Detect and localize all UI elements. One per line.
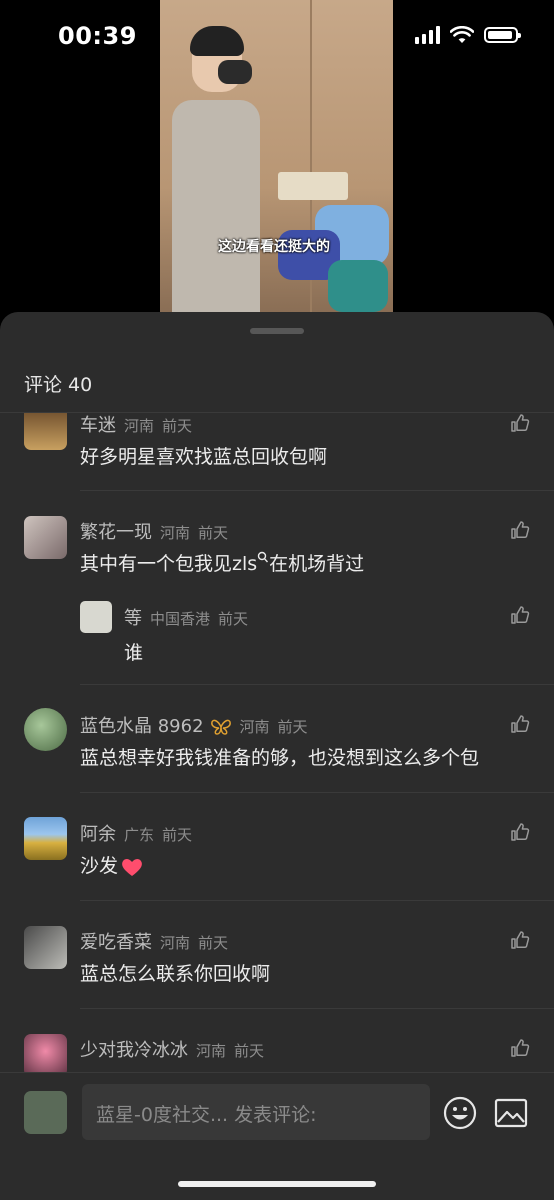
- comment-time: 前天: [198, 524, 229, 542]
- comment-location: 河南: [196, 1042, 227, 1060]
- comment-author[interactable]: 车迷: [80, 415, 116, 436]
- avatar[interactable]: [24, 516, 67, 559]
- comment-sheet: 评论 40 车迷 河南 前天 好多明星喜欢找蓝总回收包啊 繁花一现 河南 前天 其中有一…: [0, 312, 554, 1200]
- comment-time: 前天: [234, 1042, 265, 1060]
- comment-author[interactable]: 繁花一现: [80, 522, 152, 543]
- reply-text: 谁: [124, 642, 144, 664]
- image-icon[interactable]: [494, 1097, 528, 1129]
- comment-text: 蓝总怎么联系你回收啊: [80, 963, 271, 985]
- comment-text: 其中有一个包我见zls 在机场背过: [80, 551, 365, 575]
- comment-text: 蓝总想幸好我钱准备的够，也没想到这么多个包: [80, 747, 480, 769]
- handbag: [328, 260, 388, 312]
- thumbs-up-icon[interactable]: [510, 520, 530, 540]
- comment-location: 河南: [160, 934, 191, 952]
- comment-author[interactable]: 爱吃香菜: [80, 932, 152, 953]
- person-figure: [170, 26, 265, 312]
- comment-text: 好多明星喜欢找蓝总回收包啊: [80, 446, 328, 468]
- avatar[interactable]: [24, 926, 67, 969]
- comment-author[interactable]: 蓝色水晶 8962: [80, 716, 204, 737]
- thumbs-up-icon[interactable]: [510, 413, 530, 433]
- thumbs-up-icon[interactable]: [510, 930, 530, 950]
- comment-time: 前天: [198, 934, 229, 952]
- comment-list[interactable]: 车迷 河南 前天 好多明星喜欢找蓝总回收包啊 繁花一现 河南 前天 其中有一个包我见zl…: [0, 413, 554, 1073]
- status-icons: [415, 26, 521, 44]
- avatar[interactable]: [24, 1034, 67, 1073]
- thumbs-up-icon[interactable]: [510, 822, 530, 842]
- reply-author[interactable]: 等: [124, 608, 142, 629]
- comment-location: 河南: [239, 718, 270, 736]
- comment-input[interactable]: 蓝星-0度社交... 发表评论:: [82, 1084, 430, 1140]
- reply-location: 中国香港: [150, 610, 211, 628]
- comment-count-title: 评论 40: [24, 374, 93, 396]
- comment-author[interactable]: 少对我冷冰冰: [80, 1040, 188, 1061]
- butterfly-badge-icon: [210, 719, 231, 735]
- comment-location: 河南: [124, 417, 155, 435]
- reply-time: 前天: [218, 610, 249, 628]
- drag-handle[interactable]: [250, 328, 304, 334]
- thumbs-up-icon[interactable]: [510, 605, 530, 625]
- comment-item: 繁花一现 河南 前天 其中有一个包我见zls 在机场背过 等中国香港 前天 谁: [0, 491, 554, 685]
- status-time: 00:39: [58, 22, 137, 50]
- search-icon[interactable]: [257, 551, 269, 565]
- comment-author[interactable]: 阿余: [80, 824, 116, 845]
- avatar[interactable]: [24, 817, 67, 860]
- comment-item: 阿余 广东 前天 沙发: [0, 793, 554, 901]
- comment-input-placeholder: 蓝星-0度社交... 发表评论:: [96, 1104, 317, 1126]
- avatar[interactable]: [24, 413, 67, 450]
- comment-location: 广东: [124, 826, 155, 844]
- comment-time: 前天: [277, 718, 308, 736]
- video-caption: 这边看看还挺大的: [218, 239, 330, 255]
- comment-item: 蓝色水晶 8962 河南 前天 蓝总想幸好我钱准备的够，也没想到这么多个包: [0, 685, 554, 793]
- emoji-icon[interactable]: [442, 1095, 478, 1131]
- comment-time: 前天: [162, 826, 193, 844]
- thumbs-up-icon[interactable]: [510, 1038, 530, 1058]
- status-bar: 00:39: [0, 0, 554, 72]
- home-indicator: [178, 1181, 376, 1187]
- comment-input-bar: 蓝星-0度社交... 发表评论:: [0, 1072, 554, 1200]
- comment-time: 前天: [162, 417, 193, 435]
- thumbs-up-icon[interactable]: [510, 714, 530, 734]
- comment-item: 爱吃香菜 河南 前天 蓝总怎么联系你回收啊: [0, 901, 554, 1009]
- avatar[interactable]: [80, 601, 112, 633]
- comment-item: 车迷 河南 前天 好多明星喜欢找蓝总回收包啊: [0, 413, 554, 491]
- comment-location: 河南: [160, 524, 191, 542]
- wifi-icon: [450, 26, 474, 43]
- heart-icon: [122, 858, 142, 876]
- avatar[interactable]: [24, 708, 67, 751]
- cellular-signal-icon: [415, 26, 440, 44]
- battery-icon: [484, 27, 521, 43]
- avatar[interactable]: [24, 1091, 67, 1134]
- comment-text: 沙发: [80, 851, 144, 878]
- comment-item: 少对我冷冰冰 河南 前天: [0, 1009, 554, 1073]
